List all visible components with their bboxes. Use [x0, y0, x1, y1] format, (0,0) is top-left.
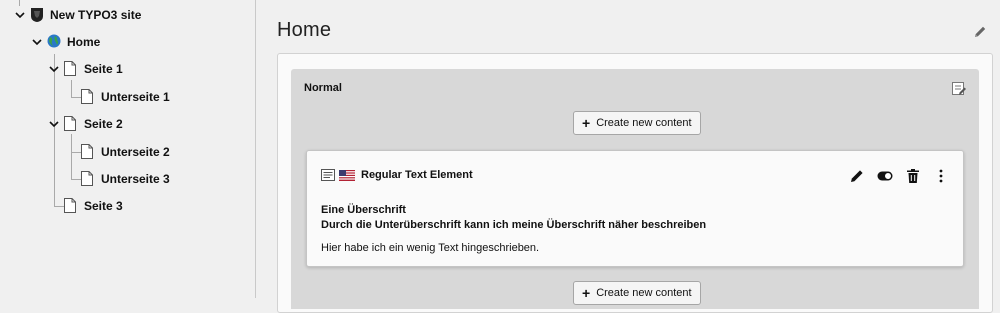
- tree-node-home[interactable]: Home: [47, 31, 100, 53]
- page-module: Home Normal + Create new content Regular…: [257, 0, 1000, 313]
- column-title: Normal: [304, 82, 342, 94]
- typo3-logo-icon: [30, 7, 44, 23]
- plus-icon: +: [582, 115, 591, 131]
- tree-node-label: Unterseite 2: [101, 145, 170, 159]
- tree-node-seite-1[interactable]: Seite 1: [64, 58, 123, 80]
- page-icon: [81, 89, 95, 105]
- tree-line: [71, 179, 81, 180]
- chevron-down-icon[interactable]: [30, 35, 44, 49]
- globe-icon: [47, 34, 61, 50]
- tree-node-root[interactable]: New TYPO3 site: [30, 4, 141, 26]
- tree-line: [71, 80, 72, 97]
- page-icon: [81, 144, 95, 160]
- content-element-title: Regular Text Element: [361, 169, 473, 181]
- tree-node-label: Seite 3: [84, 199, 123, 213]
- content-bodytext: Hier habe ich ein wenig Text hingeschrie…: [321, 242, 540, 254]
- page-icon: [64, 61, 78, 77]
- chevron-down-icon[interactable]: [13, 8, 27, 22]
- content-element-preview: Eine Überschrift Durch die Unterüberschr…: [321, 203, 706, 256]
- tree-node-label: Unterseite 1: [101, 90, 170, 104]
- text-element-icon: [321, 169, 335, 181]
- tree-node-label: Unterseite 3: [101, 172, 170, 186]
- toggle-visibility-icon[interactable]: [877, 168, 893, 184]
- tree-node-seite-2[interactable]: Seite 2: [64, 113, 123, 135]
- tree-line: [54, 206, 64, 207]
- tree-node-unterseite-3[interactable]: Unterseite 3: [81, 168, 170, 190]
- tree-node-unterseite-1[interactable]: Unterseite 1: [81, 86, 170, 108]
- chevron-down-icon[interactable]: [47, 62, 61, 76]
- page-icon: [64, 116, 78, 132]
- tree-node-label: New TYPO3 site: [50, 8, 142, 22]
- content-header: Eine Überschrift: [321, 204, 406, 216]
- column-normal: Normal + Create new content Regular Text…: [291, 69, 979, 309]
- edit-column-icon[interactable]: [951, 81, 967, 97]
- pencil-icon[interactable]: [972, 24, 988, 40]
- tree-node-label: Home: [67, 35, 101, 49]
- create-content-button[interactable]: + Create new content: [573, 111, 701, 135]
- more-options-icon[interactable]: [933, 168, 949, 184]
- page-icon: [81, 171, 95, 187]
- tree-line: [71, 97, 81, 98]
- content-element-actions: [849, 168, 949, 184]
- tree-line: [71, 152, 81, 153]
- page-title: Home: [277, 19, 332, 41]
- edit-pencil-icon[interactable]: [849, 168, 865, 184]
- create-content-label: Create new content: [596, 117, 692, 129]
- create-content-label: Create new content: [596, 287, 692, 299]
- trash-icon[interactable]: [905, 168, 921, 184]
- chevron-down-icon[interactable]: [47, 117, 61, 131]
- content-element[interactable]: Regular Text Element Eine Überschrift Du…: [306, 150, 964, 267]
- tree-node-label: Seite 2: [84, 117, 123, 131]
- content-subheader: Durch die Unterüberschrift kann ich mein…: [321, 219, 707, 231]
- create-content-button[interactable]: + Create new content: [573, 281, 701, 305]
- tree-line: [71, 134, 72, 179]
- page-icon: [64, 198, 78, 214]
- us-flag-icon: [339, 169, 355, 181]
- tree-node-label: Seite 1: [84, 62, 123, 76]
- page-tree: New TYPO3 site Home Seite 1 Unterseite 1…: [0, 0, 256, 298]
- tree-line: [19, 0, 20, 6]
- content-panel: Normal + Create new content Regular Text…: [277, 53, 993, 313]
- tree-node-unterseite-2[interactable]: Unterseite 2: [81, 141, 170, 163]
- tree-node-seite-3[interactable]: Seite 3: [64, 195, 123, 217]
- content-element-header: Regular Text Element: [321, 169, 473, 181]
